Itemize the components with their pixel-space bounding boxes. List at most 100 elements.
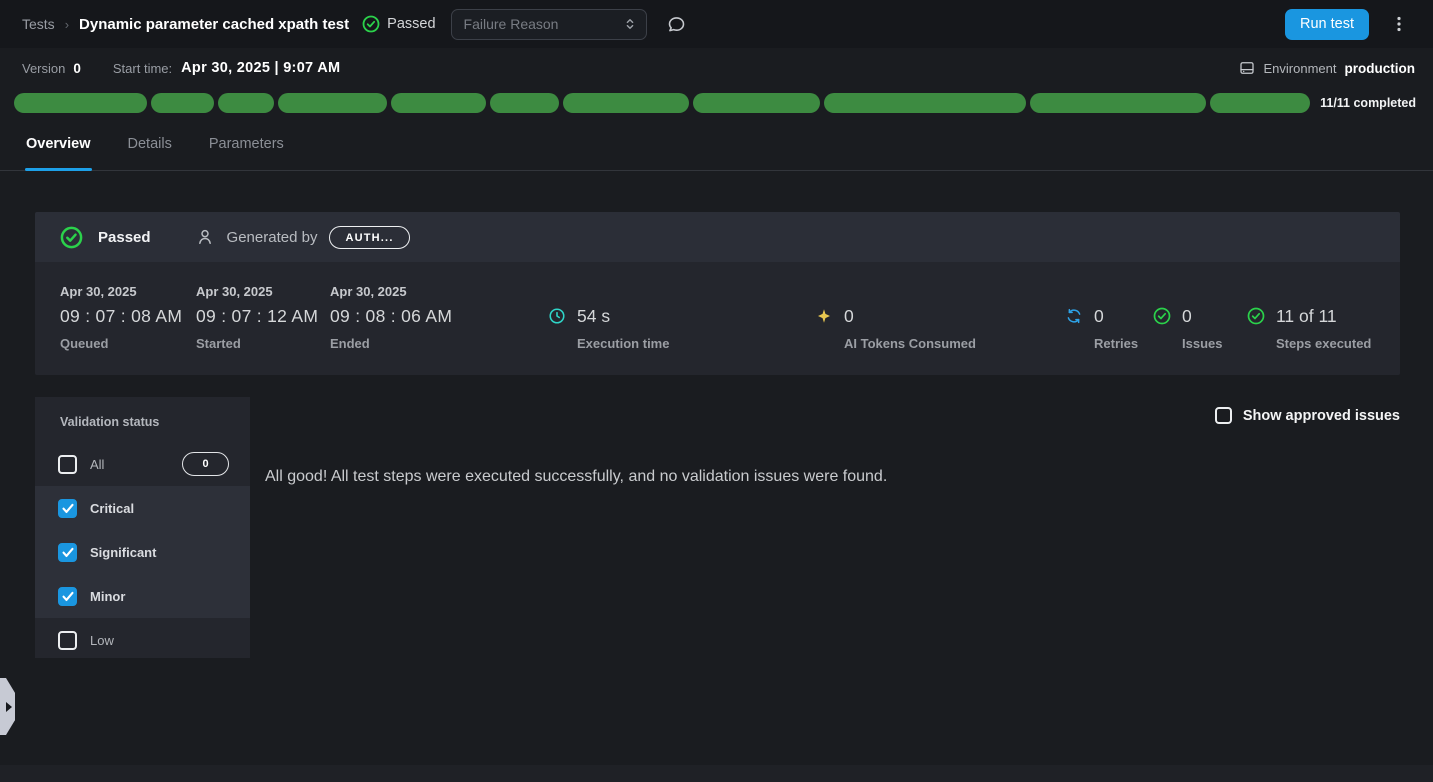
progress-segment-9 [824, 93, 1026, 113]
tab-details[interactable]: Details [128, 118, 172, 170]
stat-retries: 0 Retries [1065, 306, 1138, 351]
checkbox-all[interactable] [58, 455, 77, 474]
tab-overview[interactable]: Overview [26, 118, 91, 170]
stat-label: Retries [1094, 336, 1138, 351]
stat-date: Apr 30, 2025 [60, 284, 182, 299]
sparkle-icon [815, 307, 833, 351]
failure-reason-select[interactable]: Failure Reason [451, 9, 647, 40]
checkbox-minor[interactable] [58, 587, 77, 606]
progress-segment-4 [278, 93, 387, 113]
validation-label-all: All [90, 457, 104, 472]
progress-segment-2 [151, 93, 215, 113]
version-value: 0 [73, 61, 81, 76]
generated-by-group: Generated by AUTH... [195, 226, 410, 249]
failure-reason-placeholder: Failure Reason [464, 16, 559, 32]
validation-label-significant: Significant [90, 545, 156, 560]
generated-by-badge[interactable]: AUTH... [329, 226, 409, 249]
run-test-button[interactable]: Run test [1285, 9, 1369, 40]
stat-ended: Apr 30, 2025 09 : 08 : 06 AM Ended [330, 284, 452, 351]
meta-bar: Version 0 Start time: Apr 30, 2025 | 9:0… [0, 48, 1433, 88]
stat-value: 54 s [577, 306, 669, 327]
bottom-bar [0, 765, 1433, 782]
breadcrumb-tests-link[interactable]: Tests [22, 16, 55, 32]
kebab-menu-icon[interactable] [1389, 13, 1409, 35]
progress-segment-10 [1030, 93, 1206, 113]
stat-label: Execution time [577, 336, 669, 351]
environment-icon [1238, 59, 1256, 77]
stat-issues: 0 Issues [1153, 306, 1222, 351]
check-circle-icon [60, 226, 83, 249]
stat-execution-time: 54 s Execution time [548, 306, 669, 351]
stat-label: Steps executed [1276, 336, 1371, 351]
stat-label: Issues [1182, 336, 1222, 351]
clock-icon [548, 307, 566, 351]
comment-icon[interactable] [666, 14, 687, 35]
checkbox-show-approved[interactable] [1215, 407, 1232, 424]
version-label: Version [22, 61, 65, 76]
validation-row-all[interactable]: All0 [35, 442, 250, 486]
checkbox-significant[interactable] [58, 543, 77, 562]
breadcrumb-separator: › [65, 17, 69, 32]
check-circle-icon [1247, 307, 1265, 351]
stat-value: 0 [844, 306, 976, 327]
progress-row: 11/11 completed [0, 88, 1433, 118]
show-approved-issues[interactable]: Show approved issues [1215, 407, 1400, 424]
progress-completed-label: 11/11 completed [1320, 96, 1416, 110]
checkbox-low[interactable] [58, 631, 77, 650]
validation-rows: All0 Critical Significant Minor Low [35, 442, 250, 662]
validation-row-low[interactable]: Low [35, 618, 250, 662]
stat-label: Ended [330, 336, 452, 351]
validation-label-low: Low [90, 633, 114, 648]
refresh-icon [1065, 307, 1083, 351]
checkbox-critical[interactable] [58, 499, 77, 518]
stat-label: Queued [60, 336, 182, 351]
summary-card-body: Apr 30, 2025 09 : 07 : 08 AM Queued Apr … [35, 262, 1400, 375]
validation-label-critical: Critical [90, 501, 134, 516]
progress-segment-3 [218, 93, 274, 113]
environment-value: production [1345, 61, 1416, 76]
show-approved-label: Show approved issues [1243, 408, 1400, 424]
start-time-label: Start time: [113, 61, 172, 76]
validation-heading: Validation status [35, 397, 250, 429]
chevron-up-down-icon [623, 17, 637, 31]
tabs: Overview Details Parameters [0, 118, 1433, 171]
validation-label-minor: Minor [90, 589, 125, 604]
start-time-value: Apr 30, 2025 | 9:07 AM [181, 60, 340, 76]
summary-status-label: Passed [98, 229, 151, 246]
stat-started: Apr 30, 2025 09 : 07 : 12 AM Started [196, 284, 318, 351]
summary-card: Passed Generated by AUTH... Apr 30, 2025… [35, 212, 1400, 375]
validation-row-significant[interactable]: Significant [35, 530, 250, 574]
stat-date: Apr 30, 2025 [196, 284, 318, 299]
top-bar: Tests › Dynamic parameter cached xpath t… [0, 0, 1433, 48]
stat-value: 0 [1182, 306, 1222, 327]
user-icon [195, 227, 215, 247]
stat-time: 09 : 07 : 12 AM [196, 306, 318, 327]
progress-track [14, 93, 1310, 113]
stat-value: 11 of 11 [1276, 306, 1371, 327]
progress-segment-1 [14, 93, 147, 113]
progress-segment-8 [693, 93, 820, 113]
stat-ai-tokens: 0 AI Tokens Consumed [815, 306, 976, 351]
progress-segment-7 [563, 93, 689, 113]
tab-parameters[interactable]: Parameters [209, 118, 284, 170]
stat-date: Apr 30, 2025 [330, 284, 452, 299]
result-message: All good! All test steps were executed s… [265, 468, 887, 486]
content-area: Passed Generated by AUTH... Apr 30, 2025… [0, 171, 1433, 782]
environment-label: Environment [1264, 61, 1337, 76]
validation-row-minor[interactable]: Minor [35, 574, 250, 618]
summary-status: Passed [60, 226, 151, 249]
progress-segment-5 [391, 93, 486, 113]
stat-label: Started [196, 336, 318, 351]
generated-by-label: Generated by [227, 229, 318, 246]
stat-time: 09 : 07 : 08 AM [60, 306, 182, 327]
stat-time: 09 : 08 : 06 AM [330, 306, 452, 327]
summary-card-header: Passed Generated by AUTH... [35, 212, 1400, 262]
validation-status-panel: Validation status All0 Critical Significan… [35, 397, 250, 658]
stat-label: AI Tokens Consumed [844, 336, 976, 351]
stat-queued: Apr 30, 2025 09 : 07 : 08 AM Queued [60, 284, 182, 351]
page-title: Dynamic parameter cached xpath test [79, 16, 349, 33]
stat-steps-executed: 11 of 11 Steps executed [1247, 306, 1371, 351]
environment-group: Environment production [1238, 59, 1415, 77]
validation-row-critical[interactable]: Critical [35, 486, 250, 530]
check-circle-icon [362, 15, 380, 33]
